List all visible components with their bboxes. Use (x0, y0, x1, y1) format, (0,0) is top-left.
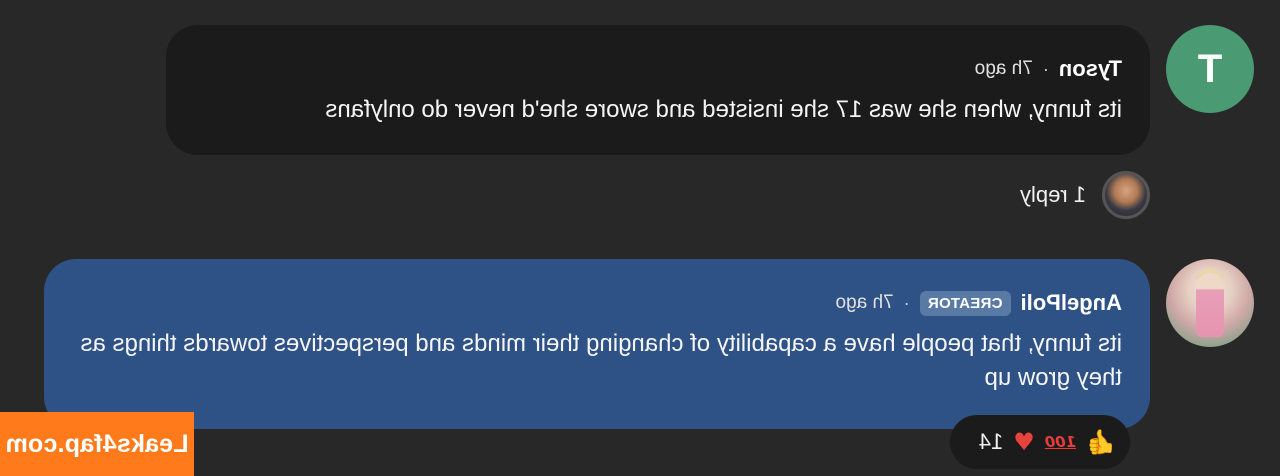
comment-bubble-angelpoli: AngelPoli CREATOR · 7h ago its funny, th… (44, 259, 1150, 429)
comment-timestamp: 7h ago (974, 58, 1033, 79)
comment-bubble-tyson: Tyson · 7h ago its funny, when she was 1… (166, 25, 1150, 155)
reactions-pill[interactable]: 👍 100 ♥ 14 (950, 415, 1130, 469)
hundred-points-icon[interactable]: 100 (1045, 433, 1076, 451)
avatar-tyson[interactable]: T (1166, 25, 1254, 113)
avatar-letter: T (1197, 46, 1223, 91)
avatar-photo-figure (1196, 273, 1224, 337)
comment-username[interactable]: Tyson (1059, 56, 1122, 82)
view-replies-button[interactable]: 1 reply (1020, 171, 1150, 219)
creator-badge: CREATOR (919, 290, 1011, 316)
comment-timestamp: 7h ago (835, 292, 894, 313)
meta-separator: · (1042, 58, 1049, 79)
comment-username[interactable]: AngelPoli (1021, 290, 1122, 316)
reply-avatar (1102, 171, 1150, 219)
meta-separator: · (903, 292, 910, 313)
comment-meta: Tyson · 7h ago (194, 55, 1122, 83)
reactions-count: 14 (978, 429, 1004, 454)
comments-thread: T Tyson · 7h ago its funny, when she was… (0, 0, 1280, 476)
comment-text: its funny, when she was 17 she insisted … (325, 96, 1122, 123)
heart-icon[interactable]: ♥ (1013, 428, 1035, 456)
thumbs-up-icon[interactable]: 👍 (1086, 428, 1116, 456)
avatar-angelpoli[interactable] (1166, 259, 1254, 347)
replies-count-label: 1 reply (1019, 182, 1086, 207)
watermark: Leaks4fap.com (0, 412, 194, 476)
comment-text: its funny, that people have a capability… (80, 330, 1122, 391)
comment-meta: AngelPoli CREATOR · 7h ago (72, 289, 1122, 317)
